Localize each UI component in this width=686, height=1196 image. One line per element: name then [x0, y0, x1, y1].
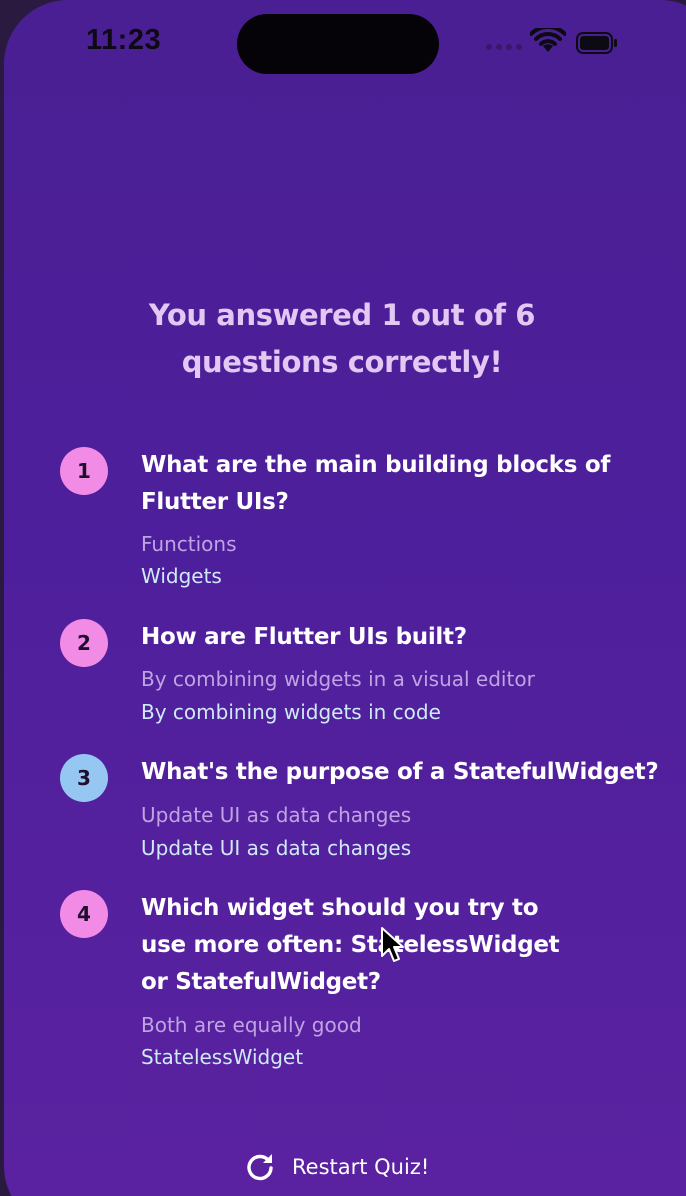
status-time: 11:23 [86, 24, 162, 56]
correct-answer: Widgets [141, 564, 222, 588]
dynamic-island [237, 14, 439, 74]
user-answer: Functions [141, 532, 237, 556]
battery-icon [576, 32, 617, 54]
results-headline: You answered 1 out of 6 questions correc… [148, 298, 536, 379]
refresh-icon [247, 1154, 273, 1181]
question-index-badge: 1 [60, 447, 108, 495]
mouse-cursor-icon [381, 927, 404, 962]
question-index-badge: 4 [60, 890, 108, 938]
correct-answer: StatelessWidget [141, 1045, 304, 1069]
results-screen: 11:23 You answered 1 out of 6 questions … [0, 0, 686, 1196]
user-answer: Update UI as data changes [141, 803, 412, 827]
signal-icon [486, 44, 522, 50]
correct-answer: Update UI as data changes [141, 836, 412, 860]
user-answer: By combining widgets in a visual editor [141, 667, 535, 691]
question-text: What are the main building blocks of Flu… [141, 452, 611, 515]
question-index-badge: 3 [60, 754, 108, 802]
phone-frame: 11:23 You answered 1 out of 6 questions … [0, 0, 686, 1196]
question-text: What's the purpose of a StatefulWidget? [141, 759, 659, 785]
restart-quiz-button[interactable]: Restart Quiz! [244, 1147, 429, 1187]
question-text: Which widget should you try to use more … [141, 895, 560, 995]
question-text: How are Flutter UIs built? [141, 624, 467, 650]
wifi-icon [530, 28, 566, 52]
user-answer: Both are equally good [141, 1013, 362, 1037]
question-index-badge: 2 [60, 619, 108, 667]
restart-quiz-label: Restart Quiz! [292, 1155, 430, 1179]
correct-answer: By combining widgets in code [141, 700, 441, 724]
